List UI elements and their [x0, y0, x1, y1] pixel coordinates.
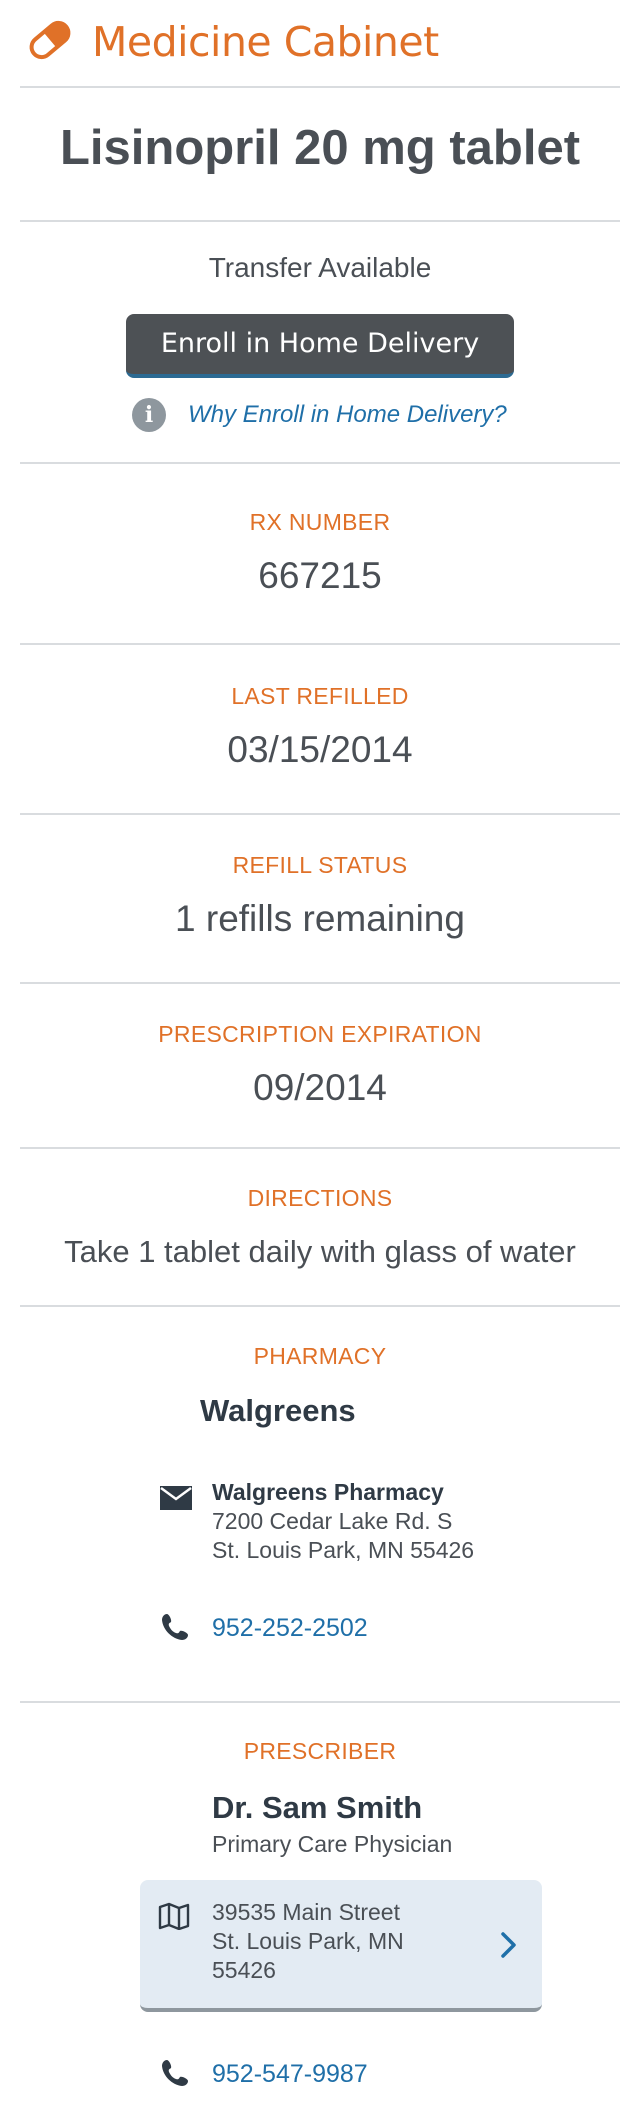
divider: [20, 86, 620, 88]
prescriber-address-line3: 55426: [212, 1957, 276, 1983]
directions-label: DIRECTIONS: [247, 1185, 393, 1211]
rx-number-label: RX NUMBER: [249, 509, 391, 535]
pill-icon: [29, 20, 71, 60]
pharmacy-phone-link[interactable]: 952-252-2502: [212, 1613, 368, 1643]
refill-status-value: 1 refills remaining: [175, 898, 465, 939]
last-refilled-value: 03/15/2014: [227, 729, 413, 770]
pharmacy-address: Walgreens Pharmacy 7200 Cedar Lake Rd. S…: [212, 1478, 474, 1565]
expiration-label: PRESCRIPTION EXPIRATION: [158, 1021, 482, 1047]
refill-status-label: REFILL STATUS: [232, 852, 408, 878]
divider: [20, 1305, 620, 1307]
phone-icon: [162, 2060, 188, 2086]
directions-value: Take 1 tablet daily with glass of water: [64, 1234, 576, 1269]
pharmacy-label: PHARMACY: [253, 1343, 387, 1369]
divider: [20, 813, 620, 815]
prescriber-name: Dr. Sam Smith: [212, 1790, 423, 1825]
divider: [20, 982, 620, 984]
prescriber-address-card[interactable]: 39535 Main Street St. Louis Park, MN 554…: [140, 1880, 542, 2012]
expiration-value: 09/2014: [253, 1067, 387, 1108]
transfer-status: Transfer Available: [208, 252, 432, 283]
rx-number-value: 667215: [258, 555, 382, 596]
pharmacy-address-line1: 7200 Cedar Lake Rd. S: [212, 1508, 453, 1534]
pharmacy-address-name: Walgreens Pharmacy: [212, 1479, 444, 1505]
pharmacy-address-line2: St. Louis Park, MN 55426: [212, 1537, 475, 1563]
prescriber-label: PRESCRIBER: [243, 1738, 397, 1764]
prescriber-address-line1: 39535 Main Street: [212, 1899, 400, 1925]
last-refilled-label: LAST REFILLED: [231, 683, 409, 709]
divider: [20, 1147, 620, 1149]
info-icon[interactable]: i: [132, 398, 166, 432]
enroll-home-delivery-button[interactable]: Enroll in Home Delivery: [126, 314, 514, 378]
prescriber-address-line2: St. Louis Park, MN: [212, 1928, 404, 1954]
prescriber-address: 39535 Main Street St. Louis Park, MN 554…: [212, 1898, 404, 1985]
why-enroll-link[interactable]: Why Enroll in Home Delivery?: [188, 400, 507, 430]
why-enroll-row: i Why Enroll in Home Delivery?: [0, 398, 640, 434]
pharmacy-name: Walgreens: [200, 1393, 356, 1428]
divider: [20, 643, 620, 645]
prescriber-phone-link[interactable]: 952-547-9987: [212, 2059, 368, 2089]
phone-icon: [162, 1614, 188, 1640]
divider: [20, 462, 620, 464]
chevron-right-icon: [501, 1932, 516, 1958]
app-header: Medicine Cabinet: [0, 0, 640, 86]
map-icon: [158, 1902, 190, 1930]
envelope-icon: [160, 1486, 192, 1510]
drug-name: Lisinopril 20 mg tablet: [59, 121, 581, 175]
prescriber-role: Primary Care Physician: [212, 1831, 453, 1857]
app-title: Medicine Cabinet: [92, 18, 439, 66]
divider: [20, 220, 620, 222]
divider: [20, 1701, 620, 1703]
